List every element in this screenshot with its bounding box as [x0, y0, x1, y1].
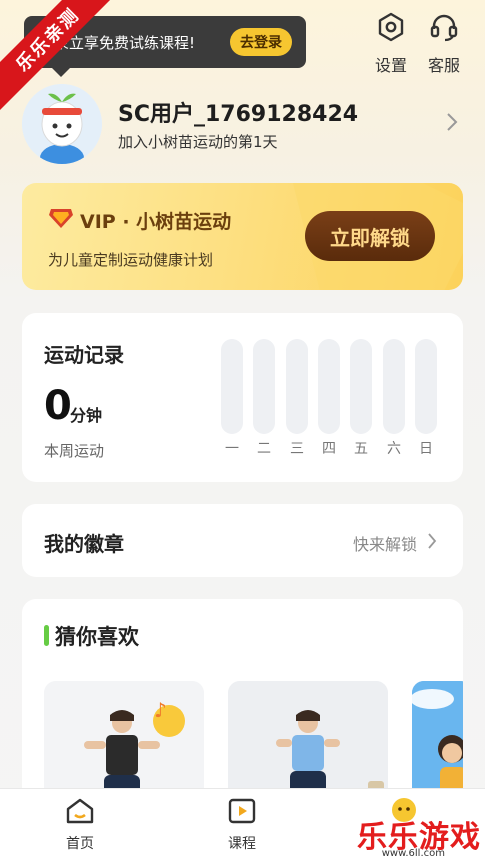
day-label: 三 [290, 441, 304, 457]
username[interactable]: SC用户_1769128424 [118, 96, 358, 128]
exercise-record-card[interactable]: 运动记录 0 分钟 本周运动 一 二 三 四 五 六 日 [22, 313, 463, 482]
tab-home[interactable]: 首页 [40, 797, 120, 853]
watermark-url: www.6ll.com [381, 848, 445, 859]
tab-home-label: 首页 [66, 836, 94, 852]
unlock-now-button[interactable]: 立即解锁 [305, 211, 435, 261]
day-bar [286, 339, 308, 434]
gear-icon [378, 12, 404, 42]
user-join-days: 加入小树苗运动的第1天 [118, 133, 278, 151]
record-unit: 分钟 [70, 406, 103, 425]
day-label: 五 [354, 441, 368, 457]
record-title: 运动记录 [44, 343, 124, 367]
badges-unlock-link[interactable]: 快来解锁 [353, 531, 417, 555]
day-label: 一 [225, 441, 239, 457]
badges-title: 我的徽章 [44, 532, 124, 556]
chevron-right-icon [428, 533, 437, 549]
headset-icon [430, 14, 458, 42]
record-subtitle: 本周运动 [44, 442, 105, 460]
day-bar [350, 339, 372, 434]
vip-title: VIP · 小树苗运动 [80, 211, 232, 233]
svg-text:♪: ♪ [154, 698, 167, 722]
day-bar [253, 339, 275, 434]
settings-button[interactable]: 设置 [367, 12, 415, 76]
vip-card[interactable]: VIP · 小树苗运动 为儿童定制运动健康计划 立即解锁 [22, 183, 463, 290]
tip-arrow [52, 68, 70, 77]
login-button[interactable]: 去登录 [230, 28, 292, 56]
day-label: 四 [322, 441, 336, 457]
vip-diamond-icon [49, 209, 73, 228]
home-icon [66, 798, 94, 824]
section-accent-mark [44, 625, 49, 646]
chevron-right-icon[interactable] [446, 112, 458, 132]
service-button[interactable]: 客服 [420, 12, 468, 76]
guess-you-like-section: 猜你喜欢 ♪ [22, 599, 463, 819]
day-bar [383, 339, 405, 434]
settings-label: 设置 [374, 56, 407, 75]
day-label: 二 [257, 441, 271, 457]
play-icon [228, 798, 256, 824]
record-minutes-value: 0 [44, 383, 72, 429]
vip-subtitle: 为儿童定制运动健康计划 [48, 251, 214, 269]
tab-courses-label: 课程 [228, 836, 256, 852]
my-badges-row[interactable]: 我的徽章 快来解锁 [22, 504, 463, 577]
avatar[interactable] [22, 84, 102, 164]
day-bar [318, 339, 340, 434]
day-label: 日 [419, 441, 433, 457]
service-label: 客服 [427, 56, 460, 75]
day-bar [415, 339, 437, 434]
day-label: 六 [387, 441, 401, 457]
tab-courses[interactable]: 课程 [202, 797, 282, 853]
day-bar [221, 339, 243, 434]
mascot-avatar-image [22, 84, 102, 164]
guess-title: 猜你喜欢 [55, 625, 139, 649]
